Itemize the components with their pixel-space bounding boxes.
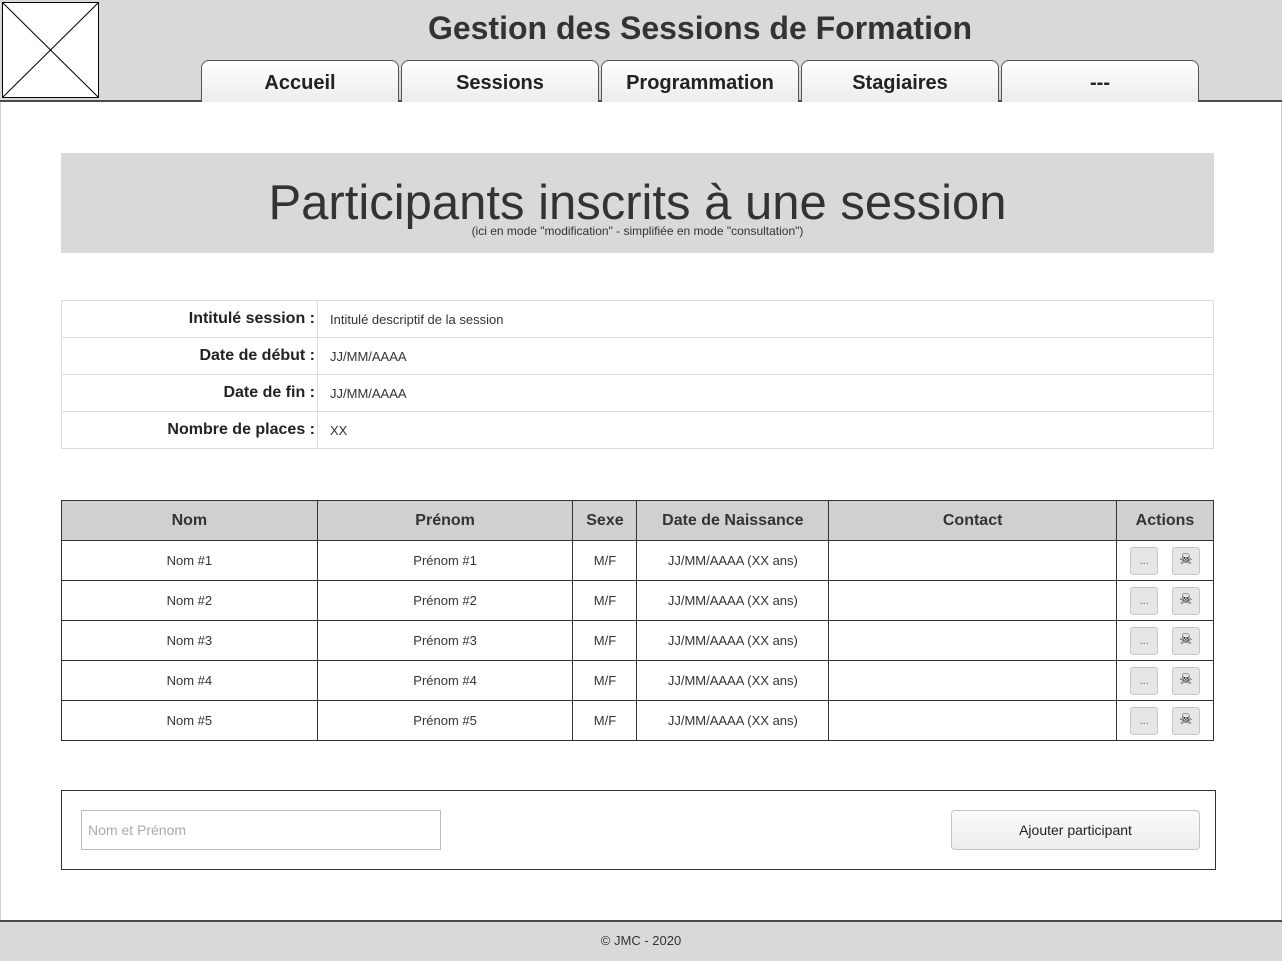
- info-value-intitule: Intitulé descriptif de la session: [317, 300, 1214, 338]
- info-row-date-debut: Date de début : JJ/MM/AAAA: [61, 337, 1214, 375]
- cell-contact: [828, 700, 1117, 741]
- delete-button[interactable]: ☠: [1171, 586, 1200, 615]
- cell-actions: ... ☠: [1116, 580, 1214, 621]
- cell-contact: [828, 620, 1117, 661]
- cell-actions: ... ☠: [1116, 620, 1214, 661]
- cell-nom: Nom #5: [61, 700, 318, 741]
- app-header: Gestion des Sessions de Formation Accuei…: [0, 0, 1282, 102]
- skull-icon: ☠: [1179, 590, 1193, 608]
- logo-placeholder-icon: [2, 2, 99, 98]
- cell-actions: ... ☠: [1116, 540, 1214, 581]
- cell-contact: [828, 660, 1117, 701]
- edit-button[interactable]: ...: [1130, 586, 1159, 615]
- column-header-sexe[interactable]: Sexe: [572, 500, 638, 541]
- cell-nom: Nom #2: [61, 580, 318, 621]
- skull-icon: ☠: [1179, 710, 1193, 728]
- edit-button[interactable]: ...: [1130, 546, 1159, 575]
- cell-sexe: M/F: [572, 700, 638, 741]
- table-row: Nom #1 Prénom #1 M/F JJ/MM/AAAA (XX ans)…: [61, 540, 1214, 581]
- info-row-date-fin: Date de fin : JJ/MM/AAAA: [61, 374, 1214, 412]
- cell-date-naissance: JJ/MM/AAAA (XX ans): [636, 660, 830, 701]
- tab-more[interactable]: ---: [1001, 60, 1199, 102]
- page-subtitle: (ici en mode "modification" - simplifiée…: [471, 224, 804, 238]
- cell-contact: [828, 580, 1117, 621]
- cell-date-naissance: JJ/MM/AAAA (XX ans): [636, 700, 830, 741]
- edit-button[interactable]: ...: [1130, 666, 1159, 695]
- cell-prenom: Prénom #3: [316, 620, 574, 661]
- table-row: Nom #3 Prénom #3 M/F JJ/MM/AAAA (XX ans)…: [61, 620, 1214, 661]
- skull-icon: ☠: [1179, 550, 1193, 568]
- cell-sexe: M/F: [572, 660, 638, 701]
- edit-button[interactable]: ...: [1130, 626, 1159, 655]
- delete-button[interactable]: ☠: [1171, 626, 1200, 655]
- page-banner: Participants inscrits à une session (ici…: [61, 153, 1214, 253]
- cell-date-naissance: JJ/MM/AAAA (XX ans): [636, 620, 830, 661]
- session-info-table: Intitulé session : Intitulé descriptif d…: [61, 300, 1214, 449]
- cell-prenom: Prénom #1: [316, 540, 574, 581]
- cell-prenom: Prénom #5: [316, 700, 574, 741]
- cell-date-naissance: JJ/MM/AAAA (XX ans): [636, 540, 830, 581]
- info-label: Date de fin :: [61, 374, 318, 412]
- app-title: Gestion des Sessions de Formation: [427, 10, 973, 46]
- cell-sexe: M/F: [572, 580, 638, 621]
- cell-contact: [828, 540, 1117, 581]
- name-input[interactable]: [81, 810, 441, 850]
- add-participant-button[interactable]: Ajouter participant: [951, 810, 1200, 850]
- cell-sexe: M/F: [572, 620, 638, 661]
- column-header-date-naissance[interactable]: Date de Naissance: [636, 500, 830, 541]
- cell-prenom: Prénom #4: [316, 660, 574, 701]
- delete-button[interactable]: ☠: [1171, 546, 1200, 575]
- cell-sexe: M/F: [572, 540, 638, 581]
- copyright-text: © JMC - 2020: [600, 933, 682, 948]
- edit-button[interactable]: ...: [1130, 706, 1159, 735]
- info-label: Date de début :: [61, 337, 318, 375]
- page-footer: © JMC - 2020: [0, 920, 1282, 961]
- column-header-actions: Actions: [1116, 500, 1214, 541]
- cell-nom: Nom #4: [61, 660, 318, 701]
- column-header-prenom[interactable]: Prénom: [316, 500, 574, 541]
- table-row: Nom #2 Prénom #2 M/F JJ/MM/AAAA (XX ans)…: [61, 580, 1214, 621]
- cell-prenom: Prénom #2: [316, 580, 574, 621]
- main-nav: Accueil Sessions Programmation Stagiaire…: [201, 60, 1199, 102]
- info-row-nombre-places: Nombre de places : XX: [61, 411, 1214, 449]
- delete-button[interactable]: ☠: [1171, 666, 1200, 695]
- info-label: Intitulé session :: [61, 300, 318, 338]
- cell-nom: Nom #3: [61, 620, 318, 661]
- delete-button[interactable]: ☠: [1171, 706, 1200, 735]
- cell-actions: ... ☠: [1116, 660, 1214, 701]
- skull-icon: ☠: [1179, 670, 1193, 688]
- participants-table: Nom Prénom Sexe Date de Naissance Contac…: [61, 500, 1214, 741]
- tab-programmation[interactable]: Programmation: [601, 60, 799, 102]
- tab-sessions[interactable]: Sessions: [401, 60, 599, 102]
- column-header-nom[interactable]: Nom: [61, 500, 318, 541]
- table-row: Nom #5 Prénom #5 M/F JJ/MM/AAAA (XX ans)…: [61, 700, 1214, 741]
- table-row: Nom #4 Prénom #4 M/F JJ/MM/AAAA (XX ans)…: [61, 660, 1214, 701]
- info-label: Nombre de places :: [61, 411, 318, 449]
- info-value-nombre-places: XX: [317, 411, 1214, 449]
- column-header-contact[interactable]: Contact: [828, 500, 1117, 541]
- cell-actions: ... ☠: [1116, 700, 1214, 741]
- tab-stagiaires[interactable]: Stagiaires: [801, 60, 999, 102]
- info-value-date-fin: JJ/MM/AAAA: [317, 374, 1214, 412]
- page-title: Participants inscrits à une session: [268, 176, 1007, 230]
- add-participant-form: Ajouter participant: [61, 790, 1216, 870]
- info-value-date-debut: JJ/MM/AAAA: [317, 337, 1214, 375]
- cell-date-naissance: JJ/MM/AAAA (XX ans): [636, 580, 830, 621]
- tab-accueil[interactable]: Accueil: [201, 60, 399, 102]
- table-header-row: Nom Prénom Sexe Date de Naissance Contac…: [61, 500, 1214, 541]
- cell-nom: Nom #1: [61, 540, 318, 581]
- info-row-intitule: Intitulé session : Intitulé descriptif d…: [61, 300, 1214, 338]
- skull-icon: ☠: [1179, 630, 1193, 648]
